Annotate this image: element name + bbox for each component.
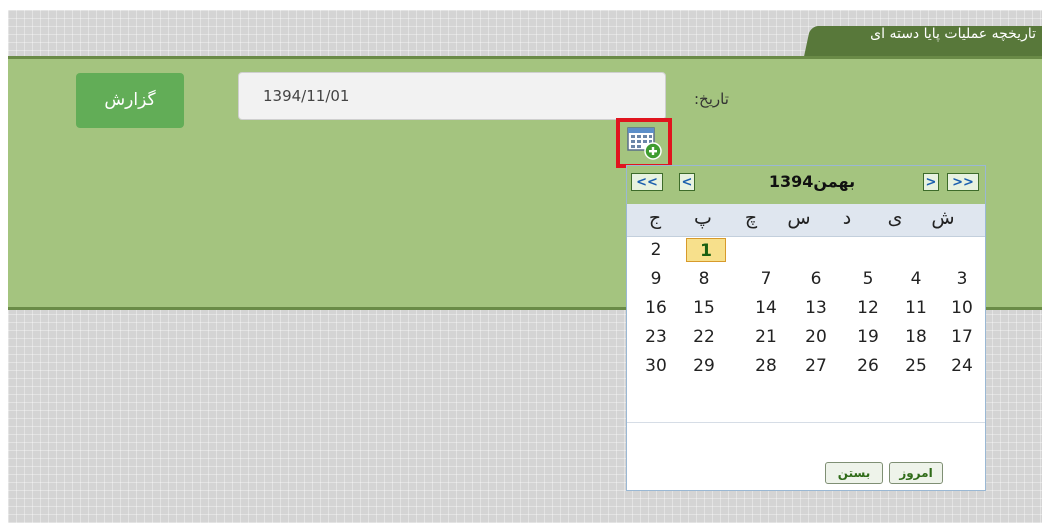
day-cell[interactable]: 2 [641, 238, 671, 262]
day-cell[interactable]: 9 [641, 267, 671, 291]
day-cell[interactable]: 27 [801, 354, 831, 378]
day-cell[interactable]: 18 [901, 325, 931, 349]
day-cell[interactable]: 22 [689, 325, 719, 349]
day-cell[interactable]: 21 [751, 325, 781, 349]
date-label: تاریخ: [694, 90, 729, 108]
day-cell[interactable]: 15 [689, 296, 719, 320]
day-cell[interactable]: 16 [641, 296, 671, 320]
selected-day-cell[interactable]: 1 [686, 238, 726, 262]
day-cell[interactable]: 26 [853, 354, 883, 378]
day-cell[interactable]: 17 [947, 325, 977, 349]
day-cell[interactable]: 11 [901, 296, 931, 320]
day-cell[interactable]: 20 [801, 325, 831, 349]
day-cell[interactable]: 25 [901, 354, 931, 378]
weekday-label: س [787, 207, 811, 229]
next-year-button[interactable]: >> [947, 173, 979, 191]
day-cell[interactable]: 13 [801, 296, 831, 320]
day-cell[interactable]: 7 [751, 267, 781, 291]
day-cell[interactable]: 24 [947, 354, 977, 378]
day-cell[interactable]: 23 [641, 325, 671, 349]
calendar-header: << < بهمن1394 > >> [627, 166, 985, 205]
date-input[interactable] [238, 72, 666, 120]
day-cell[interactable]: 19 [853, 325, 883, 349]
day-cell[interactable]: 10 [947, 296, 977, 320]
day-cell[interactable]: 30 [641, 354, 671, 378]
day-cell[interactable]: 28 [751, 354, 781, 378]
weekday-label: چ [744, 207, 758, 229]
close-button[interactable]: بستن [825, 462, 883, 484]
calendar-month-title: بهمن1394 [768, 172, 856, 191]
day-cell[interactable]: 6 [801, 267, 831, 291]
today-button[interactable]: امروز [889, 462, 943, 484]
weekday-label: ج [648, 207, 662, 229]
tab-title[interactable]: تاریخچه عملیات پایا دسته ای [870, 26, 1036, 42]
weekday-label: د [842, 207, 852, 229]
day-cell[interactable]: 3 [947, 267, 977, 291]
day-cell[interactable]: 8 [689, 267, 719, 291]
prev-month-button[interactable]: < [679, 173, 695, 191]
day-cell[interactable]: 14 [751, 296, 781, 320]
calendar-divider [627, 422, 985, 423]
weekday-label: پ [694, 207, 712, 229]
weekday-header-row: شیدسچپج [627, 204, 985, 237]
report-button[interactable]: گزارش [76, 73, 184, 128]
next-month-button[interactable]: > [923, 173, 939, 191]
prev-year-button[interactable]: << [631, 173, 663, 191]
day-cell[interactable]: 29 [689, 354, 719, 378]
weekday-label: ی [887, 207, 903, 229]
calendar-add-icon[interactable] [624, 124, 664, 162]
weekday-label: ش [931, 207, 955, 229]
day-cell[interactable]: 5 [853, 267, 883, 291]
day-cell[interactable]: 12 [853, 296, 883, 320]
day-cell[interactable]: 4 [901, 267, 931, 291]
date-picker-popup: << < بهمن1394 > >> شیدسچپج 1 2 3 4 5 6 7 8 9 10 11… [626, 165, 986, 491]
